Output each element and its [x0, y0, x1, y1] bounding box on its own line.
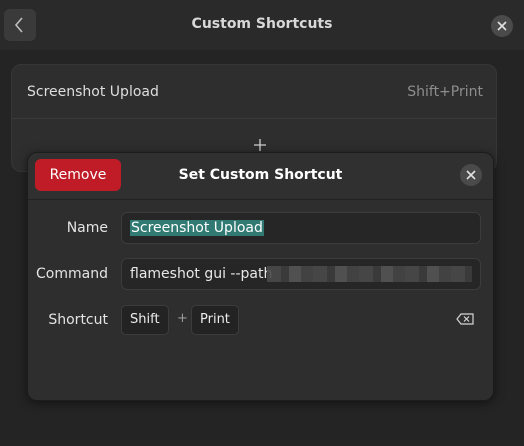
header-bar: Custom Shortcuts [0, 0, 524, 50]
dialog-title: Set Custom Shortcut [178, 167, 343, 183]
name-field-value: Screenshot Upload [130, 220, 264, 236]
window-close-button[interactable] [491, 15, 513, 37]
name-field[interactable]: Screenshot Upload [121, 212, 481, 244]
close-icon [466, 170, 476, 180]
key-shift: Shift [121, 305, 169, 335]
command-field[interactable]: flameshot gui --path [121, 258, 481, 290]
shortcut-row-name[interactable]: Screenshot Upload [27, 84, 159, 100]
dialog-header: Remove Set Custom Shortcut [28, 153, 493, 200]
command-field-value: flameshot gui --path [130, 266, 273, 282]
shortcut-label: Shortcut [48, 312, 108, 328]
redacted-text [267, 266, 472, 282]
window-title: Custom Shortcuts [191, 16, 333, 32]
name-label: Name [66, 220, 108, 236]
set-shortcut-dialog: Remove Set Custom Shortcut Name Screensh… [27, 152, 494, 401]
close-icon [497, 21, 507, 31]
command-label: Command [36, 266, 108, 282]
key-print: Print [191, 305, 239, 335]
row-divider [12, 118, 496, 119]
shortcut-row-accel: Shift+Print [407, 84, 483, 100]
dialog-close-button[interactable] [460, 164, 482, 186]
key-separator: + [177, 311, 188, 326]
add-icon[interactable] [254, 139, 266, 151]
clear-shortcut-icon[interactable] [456, 313, 474, 325]
